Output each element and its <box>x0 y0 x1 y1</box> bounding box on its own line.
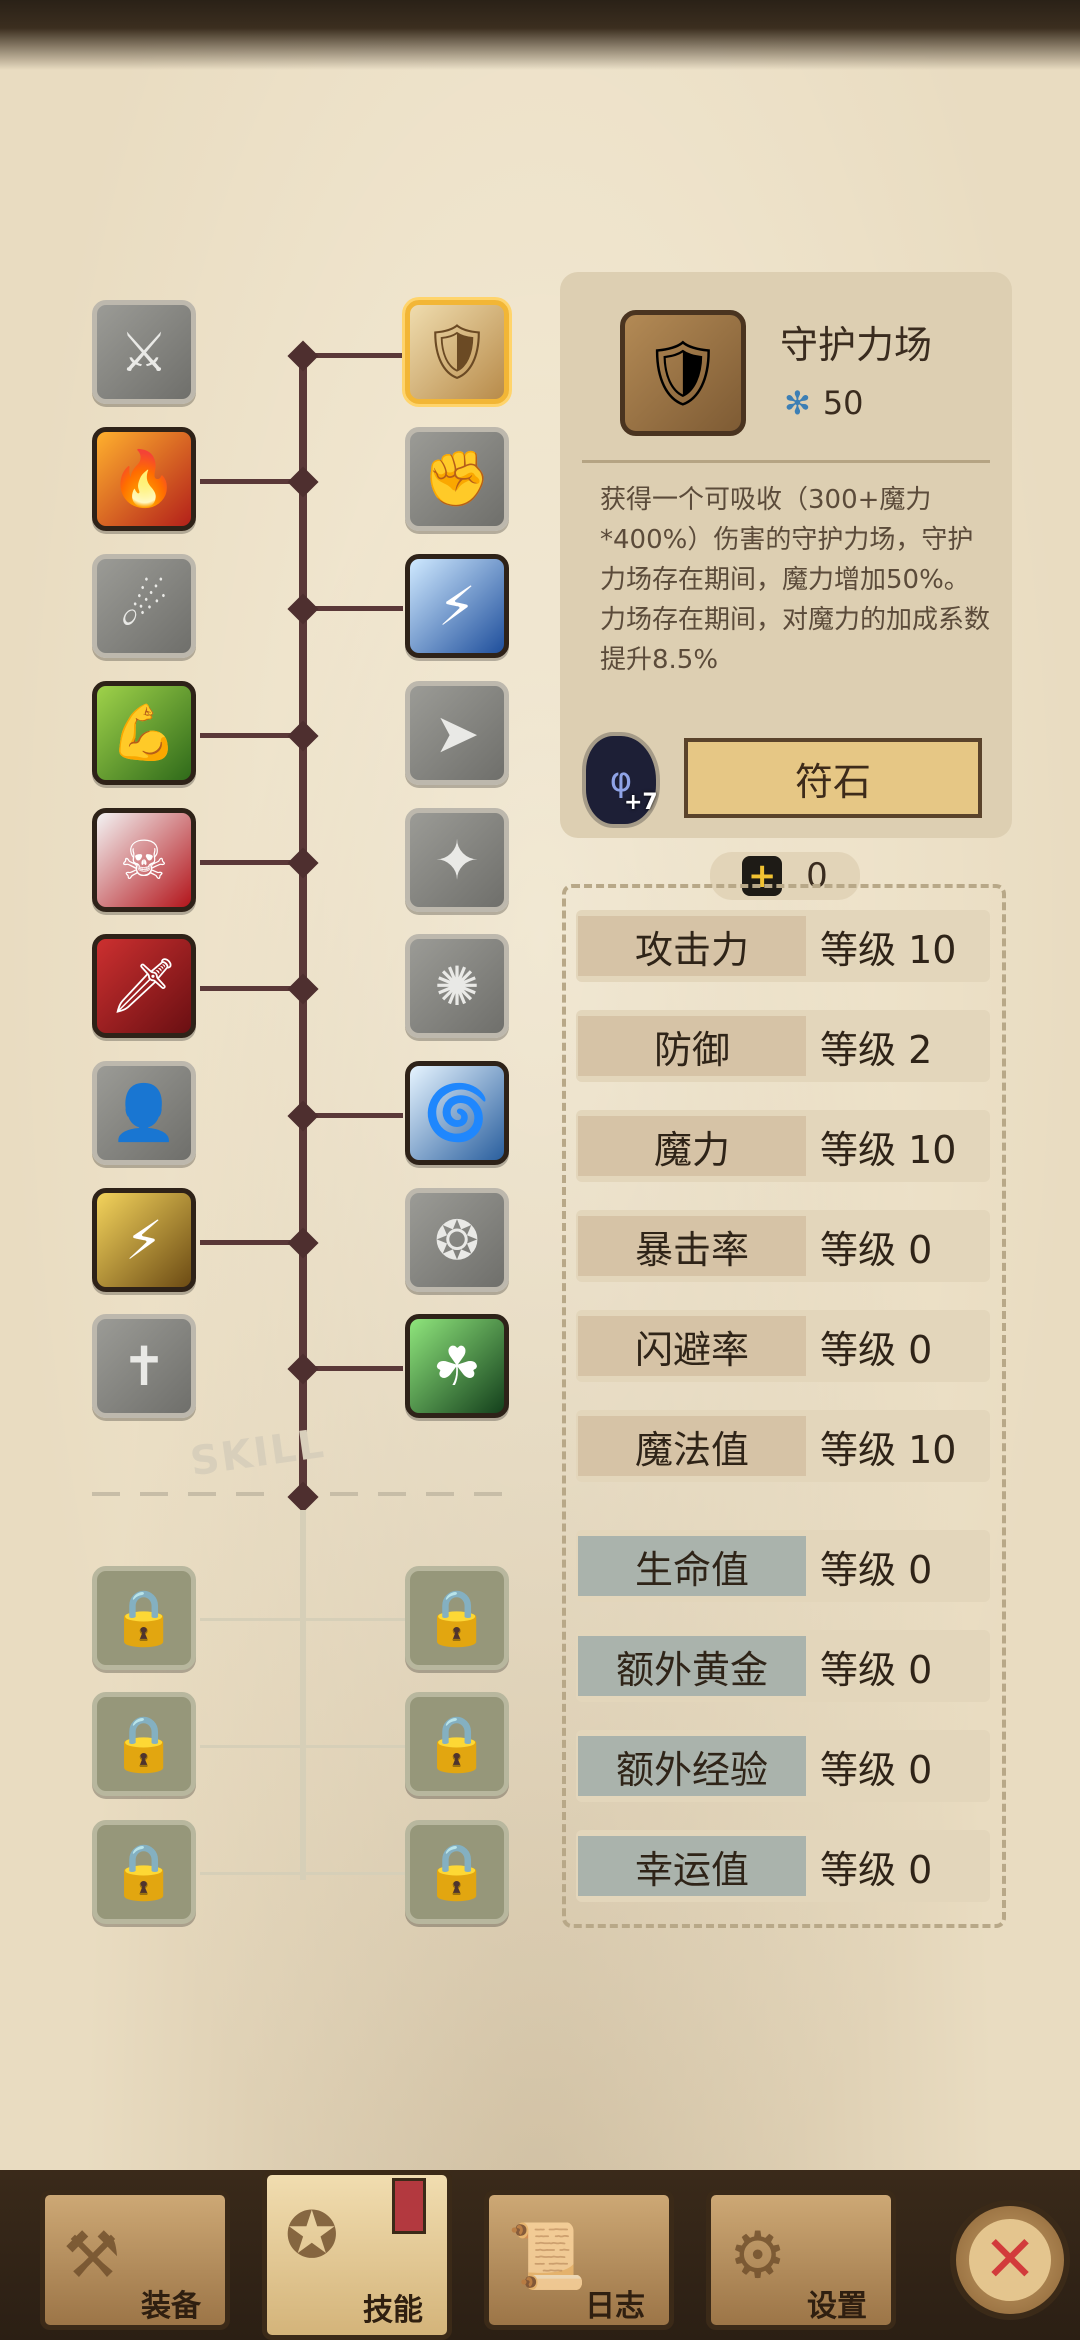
axe-icon: ⚒ <box>63 2219 121 2293</box>
stat-level: 等级 10 <box>820 927 957 972</box>
skill-slash-icon[interactable]: ⚔ <box>92 300 196 404</box>
skill-title: 守护力场 <box>780 323 933 367</box>
top-border <box>0 0 1080 70</box>
locked-skill-lock-icon[interactable]: 🔒 <box>405 1566 509 1670</box>
tree-node <box>287 1227 319 1259</box>
skill-clover-spirit-icon[interactable]: ☘ <box>405 1314 509 1418</box>
stat-name: 闪避率 <box>578 1316 806 1376</box>
future-trunk <box>300 1510 306 1880</box>
skill-strength-icon[interactable]: 💪 <box>92 681 196 785</box>
stat-name: 攻击力 <box>578 916 806 976</box>
skill-icon: ✪ <box>285 2199 339 2273</box>
stat-name: 额外黄金 <box>578 1636 806 1696</box>
stat-row[interactable]: 额外黄金 等级 0 <box>576 1630 990 1702</box>
stat-level: 等级 0 <box>820 1747 933 1792</box>
locked-skill-lock-icon[interactable]: 🔒 <box>405 1820 509 1924</box>
tree-node <box>287 593 319 625</box>
stat-row[interactable]: 魔力 等级 10 <box>576 1110 990 1182</box>
rune-button[interactable]: 符石 <box>684 738 982 818</box>
gear-icon: ⚙ <box>729 2219 787 2293</box>
locked-skill-lock-icon[interactable]: 🔒 <box>92 1566 196 1670</box>
tree-trunk <box>299 350 307 1500</box>
tab-label: 装备 <box>141 2289 201 2324</box>
stat-row[interactable]: 幸运值 等级 0 <box>576 1830 990 1902</box>
locked-skill-lock-icon[interactable]: 🔒 <box>405 1692 509 1796</box>
tree-node <box>287 466 319 498</box>
stat-row[interactable]: 暴击率 等级 0 <box>576 1210 990 1282</box>
skill-sword-icon[interactable]: ✝ <box>92 1314 196 1418</box>
tree-node <box>287 340 319 372</box>
stat-row[interactable]: 额外经验 等级 0 <box>576 1730 990 1802</box>
stat-name: 生命值 <box>578 1536 806 1596</box>
skill-cost-value: 50 <box>822 384 864 422</box>
tree-node <box>287 1100 319 1132</box>
stat-name: 暴击率 <box>578 1216 806 1276</box>
stat-row[interactable]: 生命值 等级 0 <box>576 1530 990 1602</box>
bookmark-ribbon <box>392 2178 426 2234</box>
skill-detail-panel: 🛡 守护力场 ✻ 50 获得一个可吸收（300+魔力*400%）伤害的守护力场，… <box>560 272 1012 838</box>
skill-lightning-icon[interactable]: ⚡ <box>405 554 509 658</box>
skill-guardian-field-icon[interactable]: 🛡 <box>405 300 509 404</box>
skill-golden-knight-icon[interactable]: ⚡ <box>92 1188 196 1292</box>
skill-tree-label: SKILL <box>187 1420 329 1486</box>
skill-divider <box>330 1492 520 1496</box>
skill-dagger-icon[interactable]: 🗡 <box>92 934 196 1038</box>
stat-level: 等级 10 <box>820 1427 957 1472</box>
skill-description: 获得一个可吸收（300+魔力*400%）伤害的守护力场，守护力场存在期间，魔力增… <box>600 485 991 675</box>
stat-level: 等级 0 <box>820 1547 933 1592</box>
tab-equipment[interactable]: ⚒ 装备 <box>40 2190 230 2330</box>
skill-blood-blade-icon[interactable]: ☠ <box>92 808 196 912</box>
locked-skill-lock-icon[interactable]: 🔒 <box>92 1820 196 1924</box>
skill-wind-blade-icon[interactable]: 🌀 <box>405 1061 509 1165</box>
tab-label: 设置 <box>807 2289 867 2324</box>
future-branch <box>200 1872 405 1875</box>
detail-divider <box>582 460 990 463</box>
stat-name: 额外经验 <box>578 1736 806 1796</box>
close-button[interactable]: ✕ <box>950 2200 1070 2320</box>
skill-divider <box>92 1492 282 1496</box>
tree-node <box>287 720 319 752</box>
locked-skill-lock-icon[interactable]: 🔒 <box>92 1692 196 1796</box>
stat-name: 魔法值 <box>578 1416 806 1476</box>
skill-burst-icon[interactable]: ✺ <box>405 934 509 1038</box>
tree-node <box>287 847 319 879</box>
stat-name: 防御 <box>578 1016 806 1076</box>
tab-settings[interactable]: ⚙ 设置 <box>706 2190 896 2330</box>
tree-node <box>287 1353 319 1385</box>
tab-label: 日志 <box>585 2289 645 2324</box>
tree-node <box>287 973 319 1005</box>
stat-name: 魔力 <box>578 1116 806 1176</box>
stat-level: 等级 0 <box>820 1327 933 1372</box>
stat-row[interactable]: 闪避率 等级 0 <box>576 1310 990 1382</box>
rune-count: +7 <box>624 790 658 815</box>
skill-punch-icon[interactable]: ✊ <box>405 427 509 531</box>
skill-roar-icon[interactable]: ☄ <box>92 554 196 658</box>
stat-level: 等级 0 <box>820 1847 933 1892</box>
stat-row[interactable]: 攻击力 等级 10 <box>576 910 990 982</box>
skill-smash-icon[interactable]: ✦ <box>405 808 509 912</box>
stat-level: 等级 2 <box>820 1027 933 1072</box>
skill-charge-icon[interactable]: ➤ <box>405 681 509 785</box>
stat-name: 幸运值 <box>578 1836 806 1896</box>
stat-level: 等级 10 <box>820 1127 957 1172</box>
stat-row[interactable]: 防御 等级 2 <box>576 1010 990 1082</box>
future-branch <box>200 1618 405 1621</box>
skill-cost: ✻ 50 <box>784 384 864 422</box>
stat-level: 等级 0 <box>820 1227 933 1272</box>
tab-journal[interactable]: 📜 日志 <box>484 2190 674 2330</box>
close-icon: ✕ <box>969 2219 1051 2301</box>
tree-end-node <box>287 1481 319 1513</box>
skill-dust-icon[interactable]: ❂ <box>405 1188 509 1292</box>
skill-fire-strike-icon[interactable]: 🔥 <box>92 427 196 531</box>
stat-row[interactable]: 魔法值 等级 10 <box>576 1410 990 1482</box>
mana-gear-icon: ✻ <box>784 384 811 422</box>
future-branch <box>200 1745 405 1748</box>
tab-label: 技能 <box>363 2293 423 2328</box>
book-icon: 📜 <box>507 2220 587 2294</box>
shield-icon: 🛡 <box>620 310 746 436</box>
skill-shadow-icon[interactable]: 👤 <box>92 1061 196 1165</box>
stat-level: 等级 0 <box>820 1647 933 1692</box>
